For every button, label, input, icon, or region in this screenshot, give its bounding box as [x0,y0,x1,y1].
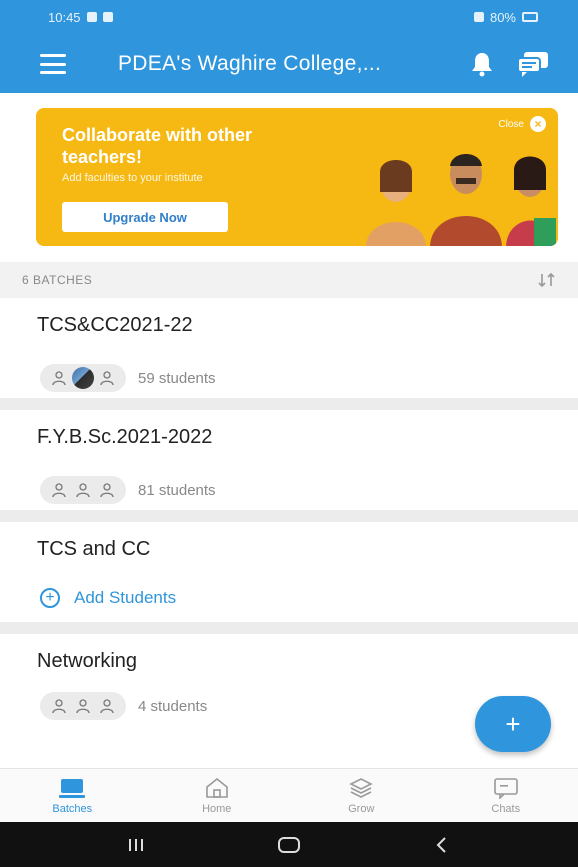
batch-meta: 81 students [40,476,216,504]
battery-icon [522,12,538,22]
signal-icon [473,12,484,22]
app-bar: PDEA's Waghire College,... [0,34,578,93]
student-avatar-icon [96,479,118,501]
home-button-icon [277,836,300,853]
add-circle-icon: + [40,588,60,608]
student-avatars [40,364,126,392]
student-avatar-icon [48,695,70,717]
close-icon: × [530,116,546,132]
student-avatar-icon [96,695,118,717]
add-students-button[interactable]: + Add Students [40,588,176,608]
add-batch-fab[interactable]: + [475,696,551,752]
student-avatars [40,692,126,720]
student-avatar-icon [72,479,94,501]
gallery-icon [102,12,113,22]
batch-meta: 59 students [40,364,216,392]
batch-card[interactable]: F.Y.B.Sc.2021-2022 81 students [0,410,578,522]
batches-icon [59,778,86,798]
batch-name: TCS and CC [37,538,151,560]
nav-label: Grow [348,802,375,815]
student-count: 59 students [138,369,216,387]
batch-name: TCS&CC2021-22 [37,314,193,336]
batch-meta: + Add Students [40,588,176,608]
grow-icon [349,777,374,798]
banner-subtitle: Add faculties to your institute [62,172,203,184]
nav-label: Home [202,802,232,815]
teachers-illustration [366,154,556,246]
banner-title: Collaborate with other teachers! [62,125,253,167]
top-bar: 10:45 80% PDEA's Waghire College,... [0,0,578,93]
battery-percent: 80% [489,9,516,25]
batch-card[interactable]: TCS&CC2021-22 59 students [0,298,578,410]
system-nav-bar [0,822,578,867]
notification-icon [86,12,97,22]
recent-apps-icon [129,838,144,851]
student-avatar-icon [48,479,70,501]
chat-icon[interactable] [516,50,550,78]
back-icon [436,836,446,853]
student-avatar-icon [96,367,118,389]
student-count: 4 students [138,697,208,715]
nav-home[interactable]: Home [145,769,290,822]
status-bar: 10:45 80% [0,0,578,34]
sort-icon[interactable] [538,272,556,288]
batch-card[interactable]: TCS and CC + Add Students [0,522,578,634]
bell-icon[interactable] [470,51,494,77]
home-icon [205,777,228,798]
add-students-label: Add Students [74,588,177,607]
menu-icon[interactable] [40,54,66,74]
status-time: 10:45 [48,9,81,25]
banner-close-label: Close [498,118,524,130]
student-avatar-icon [72,695,94,717]
banner-close-button[interactable]: Close × [498,116,546,132]
batches-count: 6 BATCHES [22,273,93,287]
upgrade-now-button[interactable]: Upgrade Now [62,202,228,232]
student-photo-avatar [72,367,94,389]
bottom-nav: Batches Home Grow Chats [0,768,578,822]
batches-header: 6 BATCHES [0,262,578,298]
batch-name: F.Y.B.Sc.2021-2022 [37,426,213,448]
student-count: 81 students [138,481,216,499]
status-left: 10:45 [48,10,113,25]
nav-label: Batches [52,802,93,815]
nav-chats[interactable]: Chats [434,769,578,822]
student-avatar-icon [48,367,70,389]
promo-banner[interactable]: Collaborate with other teachers! Add fac… [36,108,558,246]
home-system-button[interactable] [269,830,309,860]
nav-batches[interactable]: Batches [0,769,145,822]
student-avatars [40,476,126,504]
chats-icon [493,777,518,799]
batch-name: Networking [37,650,138,672]
app-title: PDEA's Waghire College,... [118,52,382,75]
batch-meta: 4 students [40,692,207,720]
nav-label: Chats [491,802,521,815]
recent-apps-button[interactable] [116,830,156,860]
status-right: 80% [473,9,538,25]
nav-grow[interactable]: Grow [289,769,434,822]
batch-list: TCS&CC2021-22 59 students F.Y.B.Sc.2021-… [0,298,578,754]
back-button[interactable] [422,830,462,860]
